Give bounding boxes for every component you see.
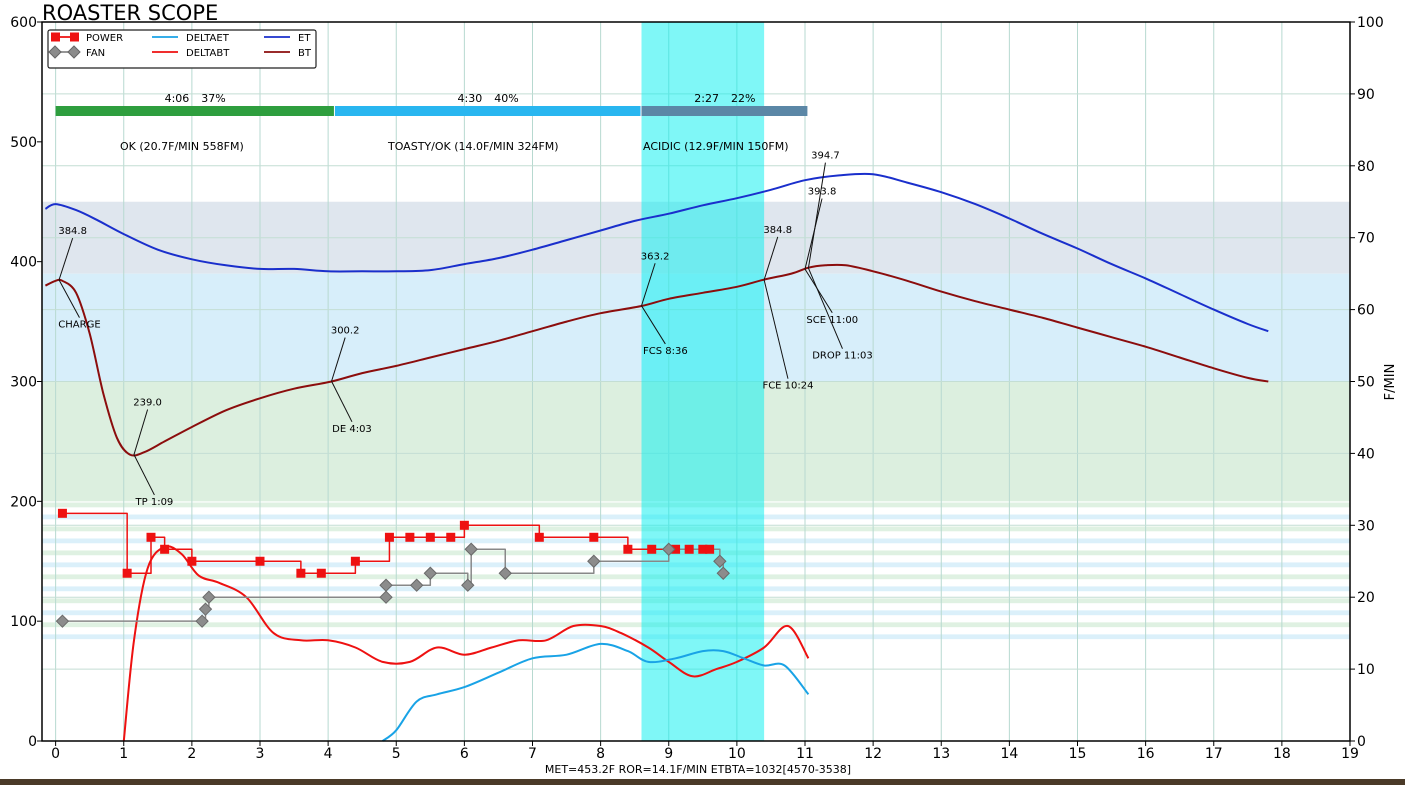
legend-label-deltabt: DELTABT (186, 48, 230, 59)
y-tick-label-4: 400 (10, 255, 37, 271)
y2-tick-label-1: 10 (1357, 662, 1375, 678)
annotation-label-3: TP 1:09 (135, 497, 174, 508)
x-tick-label-4: 4 (324, 746, 333, 762)
development-band-rect (641, 22, 765, 741)
annotation-label-4: 300.2 (331, 326, 360, 337)
roaster-scope-app: 4:06 37% 4:30 40% 2:27 22% OK (20.7F/MIN 558FM… (0, 0, 1405, 785)
development-band (641, 22, 765, 741)
legend-label-fan: FAN (86, 48, 105, 59)
y-tick-label-5: 500 (10, 135, 37, 151)
phase-time-2: 2:27 (694, 92, 719, 105)
y2-tick-label-0: 0 (1357, 734, 1366, 750)
annotation-label-8: 384.8 (763, 225, 792, 236)
window-bottom-frame (0, 779, 1405, 785)
y2-tick-label-2: 20 (1357, 590, 1375, 606)
power-marker-1 (122, 568, 132, 578)
annotation-label-13: DROP 11:03 (812, 351, 873, 362)
power-marker-21 (705, 544, 715, 554)
power-marker-0 (57, 508, 67, 518)
power-marker-17 (647, 544, 657, 554)
y2-tick-label-6: 60 (1357, 303, 1375, 319)
power-marker-9 (384, 532, 394, 542)
annotation-label-0: 384.8 (58, 226, 87, 237)
y-tick-label-3: 300 (10, 375, 37, 391)
x-tick-label-1: 1 (119, 746, 128, 762)
x-tick-label-17: 17 (1205, 746, 1223, 762)
power-marker-13 (459, 520, 469, 530)
roast-chart: 4:06 37% 4:30 40% 2:27 22% OK (20.7F/MIN 558FM… (0, 0, 1405, 785)
x-tick-label-15: 15 (1069, 746, 1087, 762)
x-tick-label-13: 13 (932, 746, 950, 762)
annotation-label-9: FCE 10:24 (762, 381, 813, 392)
legend-swatch-marker-a-0 (51, 32, 60, 42)
x-tick-label-9: 9 (664, 746, 673, 762)
legend-label-bt: BT (298, 48, 312, 59)
y2-tick-label-7: 70 (1357, 231, 1375, 247)
x-tick-label-7: 7 (528, 746, 537, 762)
x-tick-label-0: 0 (51, 746, 60, 762)
legend-label-power: POWER (86, 33, 123, 44)
y-tick-label-2: 200 (10, 494, 37, 510)
phase-time-0: 4:06 (165, 92, 190, 105)
annotation-label-12: 394.7 (811, 151, 840, 162)
phase-pct-0: 37% (201, 92, 225, 105)
phase-bar-0 (55, 106, 334, 116)
y2-tick-label-4: 40 (1357, 446, 1375, 462)
power-marker-16 (623, 544, 633, 554)
y2-tick-label-10: 100 (1357, 15, 1384, 31)
power-marker-6 (296, 568, 306, 578)
y2-tick-label-5: 50 (1357, 375, 1375, 391)
phase-bar-1 (334, 106, 641, 116)
y2-tick-label-3: 30 (1357, 518, 1375, 534)
x-tick-label-16: 16 (1137, 746, 1155, 762)
power-marker-8 (350, 556, 360, 566)
annotation-label-7: FCS 8:36 (643, 346, 688, 357)
x-tick-label-5: 5 (392, 746, 401, 762)
power-marker-2 (146, 532, 156, 542)
x-tick-label-3: 3 (256, 746, 265, 762)
phase-pct-2: 22% (731, 92, 755, 105)
y-tick-label-1: 100 (10, 614, 37, 630)
x-tick-label-8: 8 (596, 746, 605, 762)
power-marker-14 (534, 532, 544, 542)
x-tick-label-14: 14 (1000, 746, 1018, 762)
legend: POWER FAN DELTAET DELTABT ET BT (47, 29, 317, 69)
annotation-label-5: DE 4:03 (332, 424, 372, 435)
chart-title: ROASTER SCOPE (42, 1, 218, 25)
phase-summary-1: TOASTY/OK (14.0F/MIN 324FM) (387, 140, 559, 153)
annotation-label-6: 363.2 (641, 251, 670, 262)
y2-tick-label-8: 80 (1357, 159, 1375, 175)
phase-summary-2: ACIDIC (12.9F/MIN 150FM) (643, 140, 789, 153)
x-tick-label-18: 18 (1273, 746, 1291, 762)
phase-summary-0: OK (20.7F/MIN 558FM) (120, 140, 244, 153)
x-tick-label-12: 12 (864, 746, 882, 762)
power-marker-12 (446, 532, 456, 542)
power-marker-5 (255, 556, 265, 566)
phase-time-1: 4:30 (458, 92, 483, 105)
status-readout: MET=453.2F ROR=14.1F/MIN ETBTA=1032[4570… (545, 763, 851, 776)
annotation-label-10: 393.8 (808, 187, 837, 198)
power-marker-19 (684, 544, 694, 554)
legend-label-et: ET (298, 33, 311, 44)
y-tick-label-6: 600 (10, 15, 37, 31)
power-marker-3 (160, 544, 170, 554)
x-tick-label-11: 11 (796, 746, 814, 762)
power-marker-4 (187, 556, 197, 566)
legend-swatch-marker-b-0 (70, 32, 79, 42)
y2-tick-label-9: 90 (1357, 87, 1375, 103)
annotation-label-1: CHARGE (58, 320, 100, 331)
power-marker-7 (316, 568, 326, 578)
legend-label-deltaet: DELTAET (186, 33, 230, 44)
power-marker-15 (589, 532, 599, 542)
x-tick-label-6: 6 (460, 746, 469, 762)
y2-axis-label: F/MIN (1383, 364, 1398, 401)
y-tick-label-0: 0 (28, 734, 37, 750)
annotation-label-2: 239.0 (133, 397, 162, 408)
power-marker-11 (425, 532, 435, 542)
phase-pct-1: 40% (494, 92, 518, 105)
power-marker-10 (405, 532, 415, 542)
phase-bar-2 (641, 106, 808, 116)
x-tick-label-10: 10 (728, 746, 746, 762)
x-tick-label-2: 2 (187, 746, 196, 762)
